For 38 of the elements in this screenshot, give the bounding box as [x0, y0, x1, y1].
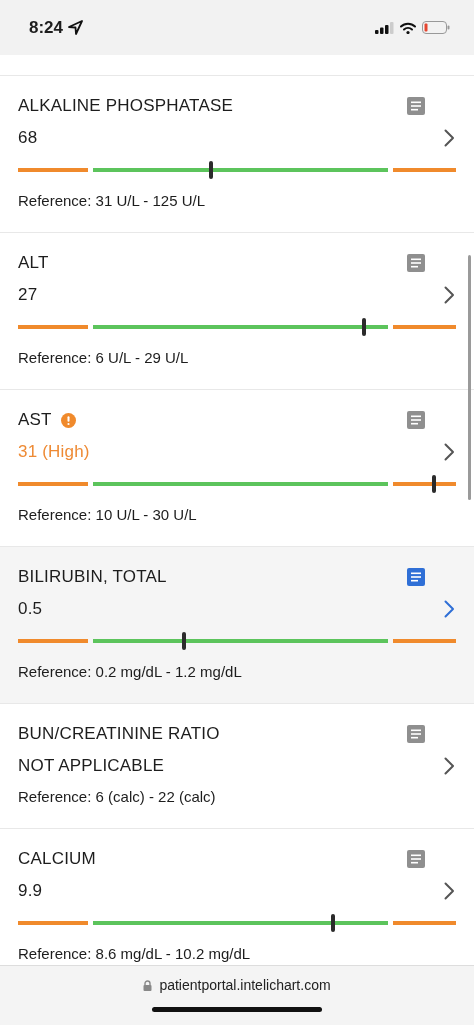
test-name: CALCIUM — [18, 849, 96, 869]
wifi-icon — [400, 21, 416, 34]
url-text[interactable]: patientportal.intelichart.com — [159, 977, 331, 993]
lock-icon — [143, 979, 153, 991]
clock-time: 8:24 — [29, 17, 64, 38]
chevron-right-icon[interactable] — [444, 600, 455, 618]
test-value: 68 — [18, 128, 38, 148]
reference-range: Reference: 31 U/L - 125 U/L — [18, 191, 207, 211]
reference-range: Reference: 8.6 mg/dL - 10.2 mg/dL — [18, 944, 252, 964]
chevron-right-icon[interactable] — [444, 757, 455, 775]
chevron-right-icon[interactable] — [444, 882, 455, 900]
chevron-right-icon[interactable] — [444, 129, 455, 147]
chevron-right-icon[interactable] — [444, 286, 455, 304]
reference-range: Reference: 0.2 mg/dL - 1.2 mg/dL — [18, 662, 243, 682]
chevron-right-icon[interactable] — [444, 443, 455, 461]
test-name: ALT — [18, 253, 49, 273]
notes-icon[interactable] — [407, 411, 425, 429]
test-name: ALKALINE PHOSPHATASE — [18, 96, 233, 116]
notes-icon[interactable] — [407, 97, 425, 115]
signal-icon — [375, 21, 394, 34]
test-name: BILIRUBIN, TOTAL — [18, 567, 167, 587]
notes-icon[interactable] — [407, 254, 425, 272]
test-value: 31 (High) — [18, 442, 90, 462]
location-arrow-icon — [68, 20, 84, 35]
test-name: BUN/CREATININE RATIO — [18, 724, 220, 744]
test-value: NOT APPLICABLE — [18, 756, 165, 776]
notes-icon[interactable] — [407, 850, 425, 868]
result-card[interactable]: BILIRUBIN, TOTAL 0.5 Reference: 0.2 mg/dL - 1.2 mg/dL — [0, 547, 474, 704]
battery-icon — [422, 21, 450, 34]
test-value: 0.5 — [18, 599, 43, 619]
reference-range: Reference: 6 U/L - 29 U/L — [18, 348, 190, 368]
notes-icon[interactable] — [407, 725, 425, 743]
reference-range: Reference: 6 (calc) - 22 (calc) — [18, 787, 217, 807]
test-value: 9.9 — [18, 881, 43, 901]
test-name: AST — [18, 410, 52, 430]
test-value: 27 — [18, 285, 38, 305]
notes-icon[interactable] — [407, 568, 425, 586]
reference-range: Reference: 10 U/L - 30 U/L — [18, 505, 198, 525]
